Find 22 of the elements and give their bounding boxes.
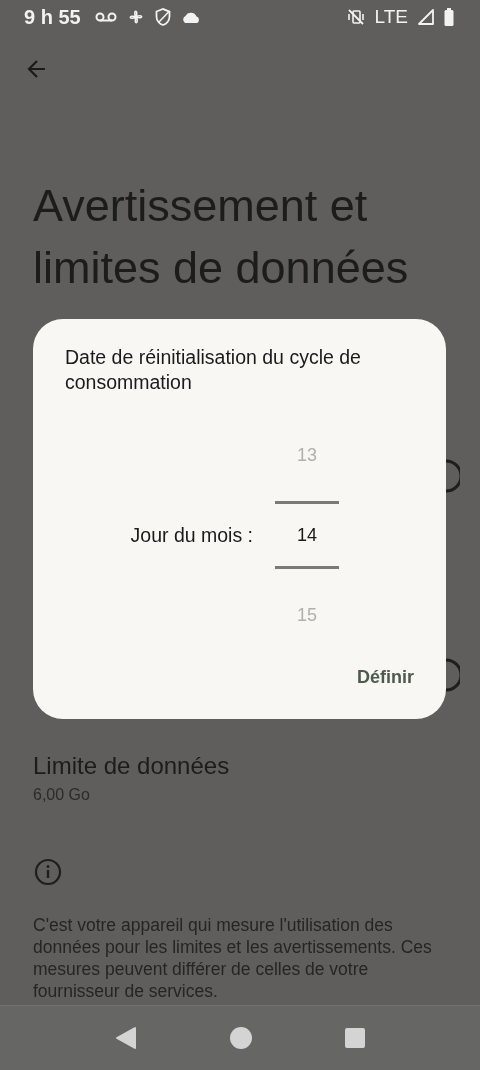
home-icon[interactable] — [229, 1026, 253, 1050]
set-button[interactable]: Définir — [357, 661, 414, 694]
picker-label: Jour du mois : — [129, 523, 253, 547]
toggle-edge-icon — [446, 459, 460, 493]
dialog-title: Date de réinitialisation du cycle de consommation — [65, 345, 362, 395]
network-type: LTE — [374, 6, 408, 28]
status-time: 9 h 55 — [24, 5, 81, 29]
setting-title[interactable]: Limite de données — [33, 752, 230, 780]
shield-icon — [154, 8, 171, 26]
vibrate-off-icon — [346, 8, 365, 26]
footer-text: C'est votre appareil qui mesure l'utilisation des données pour les limites et les avertissements. Ces mesures peuvent différer de celles de votre fournisseur de services. — [33, 914, 433, 1002]
info-icon — [34, 858, 62, 886]
back-icon[interactable] — [115, 1026, 137, 1050]
page-title: Avertissement et limites de données — [33, 179, 410, 295]
picker-value[interactable]: 13 — [275, 415, 339, 495]
picker-value[interactable]: 14 — [275, 501, 339, 569]
cloud-icon — [180, 10, 201, 24]
signal-icon — [418, 9, 434, 25]
toggle-edge-icon — [446, 658, 460, 692]
battery-icon — [444, 8, 454, 26]
voicemail-icon — [94, 11, 117, 23]
picker-value[interactable]: 15 — [275, 575, 339, 655]
